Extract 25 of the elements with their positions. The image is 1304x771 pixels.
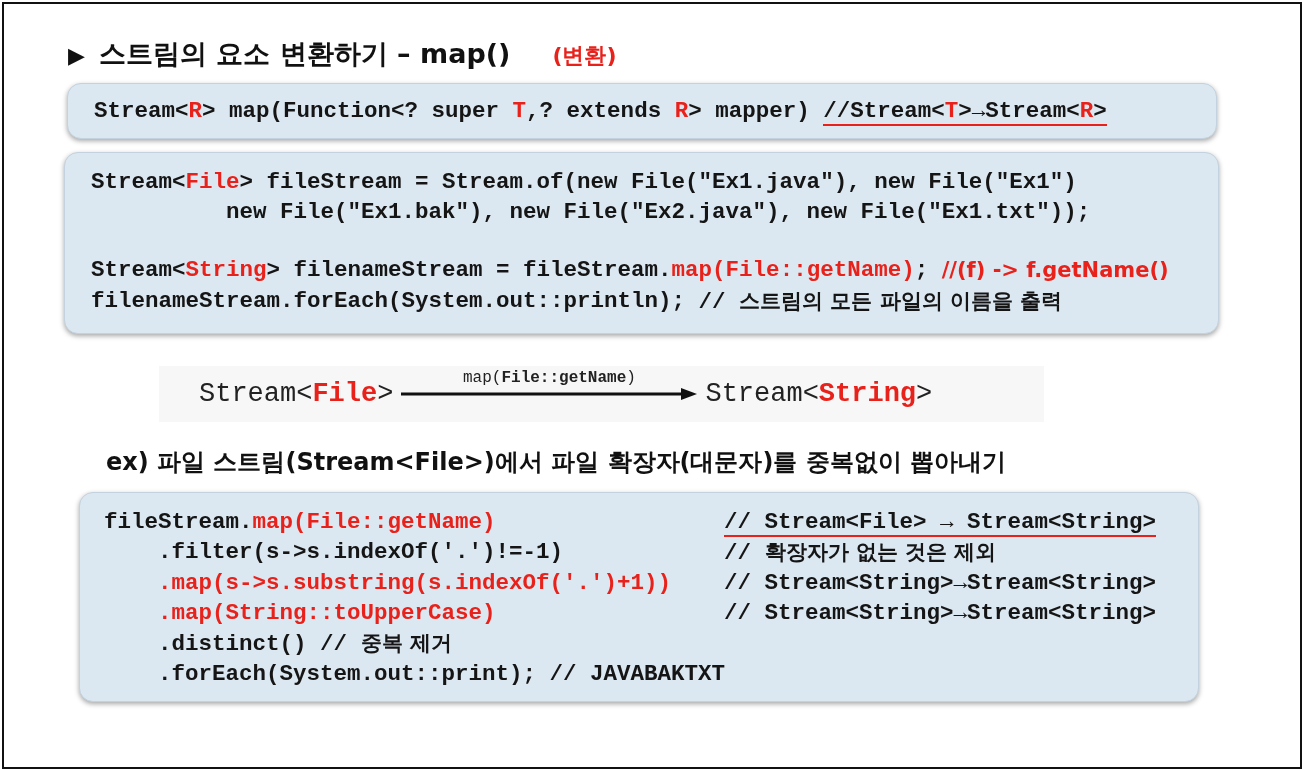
code-line: Stream<R> map(Function<? super T,? extends R> mapper) bbox=[94, 96, 811, 126]
code-line: Stream<String> filenameStream = fileStream.map(File::getName); bbox=[91, 255, 930, 285]
code-comment: // Stream<String>→Stream<String> bbox=[724, 600, 1157, 626]
slide-title: 스트림의 요소 변환하기 – map() bbox=[98, 37, 511, 71]
arrow-label: map(File::getName) bbox=[463, 368, 636, 387]
code-comment: // Stream<String>→Stream<String> bbox=[724, 570, 1157, 596]
code-line: .map(s->s.substring(s.indexOf('.')+1)) bbox=[158, 569, 673, 598]
code-line: .distinct() // 중복 제거 bbox=[158, 630, 453, 659]
code-line: .map(String::toUpperCase) bbox=[158, 599, 497, 628]
code-line: filenameStream.forEach(System.out::println); bbox=[91, 286, 687, 316]
exercise-heading: ex) 파일 스트림(Stream<File>)에서 파일 확장자(대문자)를 중복없이 뽑아내기 bbox=[106, 447, 1008, 478]
code-comment: // 스트림의 모든 파일의 이름을 출력 bbox=[698, 288, 1063, 315]
code-line: new File("Ex1.bak"), new File("Ex2.java"), new File("Ex1.txt")); bbox=[226, 197, 1091, 227]
title-note: (변환) bbox=[552, 42, 617, 70]
code-comment: // Stream<File> → Stream<String> bbox=[724, 509, 1157, 537]
code-comment: //Stream<T>→Stream<R> bbox=[823, 97, 1107, 126]
diagram-text: Stream<String> bbox=[705, 377, 933, 411]
code-line: Stream<File> fileStream = Stream.of(new File("Ex1.java"), new File("Ex1") bbox=[91, 167, 1077, 197]
code-comment: //(f) -> f.getName() bbox=[941, 257, 1169, 284]
code-line: .forEach(System.out::print); // JAVABAKTXT bbox=[158, 660, 724, 689]
code-line: fileStream.map(File::getName) bbox=[104, 508, 497, 537]
diagram-text: Stream<File> bbox=[199, 377, 394, 411]
play-marker: ▶ bbox=[68, 42, 85, 70]
code-comment: // 확장자가 없는 것은 제외 bbox=[724, 540, 997, 566]
code-line: .filter(s->s.indexOf('.')!=-1) bbox=[158, 538, 565, 567]
